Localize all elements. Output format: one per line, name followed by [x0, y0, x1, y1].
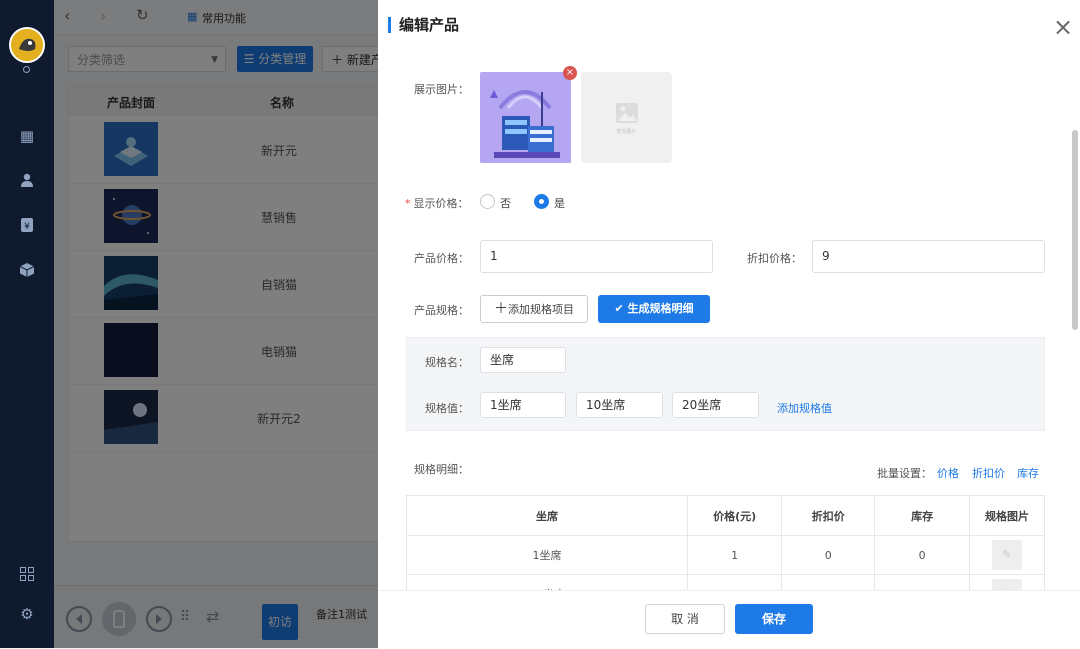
- show-price-label: * 显示价格：: [405, 195, 469, 211]
- column-header: 折扣价: [781, 495, 876, 536]
- spec-value-input[interactable]: 20坐席: [672, 392, 759, 418]
- show-price-no-label[interactable]: 否: [500, 195, 511, 211]
- drawer-footer: 取 消 保存: [378, 590, 1080, 649]
- spec-value-input[interactable]: 10坐席: [576, 392, 663, 418]
- batch-stock-link[interactable]: 库存: [1017, 465, 1039, 481]
- avatar[interactable]: [9, 27, 45, 63]
- image-upload-icon[interactable]: ✎: [992, 540, 1023, 570]
- wallet-icon[interactable]: ¥: [17, 217, 37, 237]
- column-header: 库存: [874, 495, 971, 536]
- left-nav: ▦ ¥ ⚙: [0, 0, 54, 648]
- spec-detail-label: 规格明细：: [414, 463, 469, 476]
- cube-icon[interactable]: [17, 262, 37, 282]
- close-icon[interactable]: ×: [1050, 14, 1076, 40]
- add-spec-item-label: 添加规格项目: [508, 303, 574, 316]
- product-image[interactable]: [480, 72, 571, 163]
- spec-value-input[interactable]: 1坐席: [480, 392, 566, 418]
- spec-image-cell[interactable]: ✎: [969, 535, 1045, 575]
- product-price-input[interactable]: 1: [480, 240, 713, 273]
- add-spec-value-link[interactable]: 添加规格值: [777, 400, 832, 416]
- plus-icon: ＋: [494, 301, 508, 317]
- generate-spec-label: 生成规格明细: [627, 302, 694, 315]
- edit-product-drawer: 编辑产品 × 展示图片： × 暂无图片 * 显示价格： 否 是 产品价格： 1 …: [378, 0, 1080, 649]
- show-price-yes-radio[interactable]: [534, 194, 549, 209]
- price-cell[interactable]: 1: [687, 535, 783, 575]
- user-icon[interactable]: [17, 172, 37, 192]
- show-price-yes-label[interactable]: 是: [554, 195, 565, 211]
- batch-discount-link[interactable]: 折扣价: [972, 465, 1005, 481]
- svg-text:¥: ¥: [24, 222, 30, 232]
- required-mark: *: [405, 197, 411, 210]
- column-header: 价格(元): [687, 495, 783, 536]
- batch-price-link[interactable]: 价格: [937, 465, 959, 481]
- batch-setting-label: 批量设置：: [877, 467, 932, 480]
- discount-cell[interactable]: 0: [781, 535, 876, 575]
- table-header-row: 坐席 价格(元) 折扣价 库存 规格图片: [405, 495, 1045, 536]
- column-header: 坐席: [405, 495, 689, 536]
- image-upload-placeholder[interactable]: 暂无图片: [581, 72, 672, 163]
- add-spec-item-button[interactable]: ＋添加规格项目: [480, 295, 588, 323]
- product-price-label: 产品价格：: [414, 252, 469, 265]
- display-image-label: 展示图片：: [414, 83, 469, 96]
- settings-gear-icon[interactable]: ⚙: [17, 604, 37, 624]
- image-placeholder-icon: [616, 103, 638, 123]
- drawer-title: 编辑产品: [388, 17, 459, 33]
- dashboard-icon[interactable]: ▦: [17, 126, 37, 146]
- discount-price-label: 折扣价格：: [747, 252, 802, 265]
- discount-price-input[interactable]: 9: [812, 240, 1045, 273]
- stock-cell[interactable]: 0: [874, 535, 971, 575]
- cancel-button[interactable]: 取 消: [645, 604, 725, 634]
- generate-spec-button[interactable]: ✔ 生成规格明细: [598, 295, 710, 323]
- spec-editor-panel: 规格名： 坐席 规格值： 1坐席 10坐席 20坐席 添加规格值: [406, 337, 1045, 431]
- check-icon: ✔: [614, 302, 624, 315]
- apps-grid-icon[interactable]: [17, 566, 37, 586]
- drawer-scrollbar[interactable]: [1072, 130, 1078, 330]
- image-placeholder-text: 暂无图片: [616, 129, 637, 135]
- remove-image-icon[interactable]: ×: [563, 66, 577, 80]
- show-price-label-text: 显示价格：: [413, 197, 469, 210]
- table-row: 1坐席 1 0 0 ✎: [405, 535, 1045, 575]
- spec-name-input[interactable]: 坐席: [480, 347, 566, 373]
- spec-name-label: 规格名：: [425, 356, 469, 369]
- product-spec-label: 产品规格：: [414, 304, 469, 317]
- spec-cell: 1坐席: [405, 535, 689, 575]
- column-header: 规格图片: [969, 495, 1045, 536]
- status-dot-icon: [23, 66, 30, 73]
- save-button[interactable]: 保存: [735, 604, 813, 634]
- spec-values-label: 规格值：: [425, 402, 469, 415]
- show-price-no-radio[interactable]: [480, 194, 495, 209]
